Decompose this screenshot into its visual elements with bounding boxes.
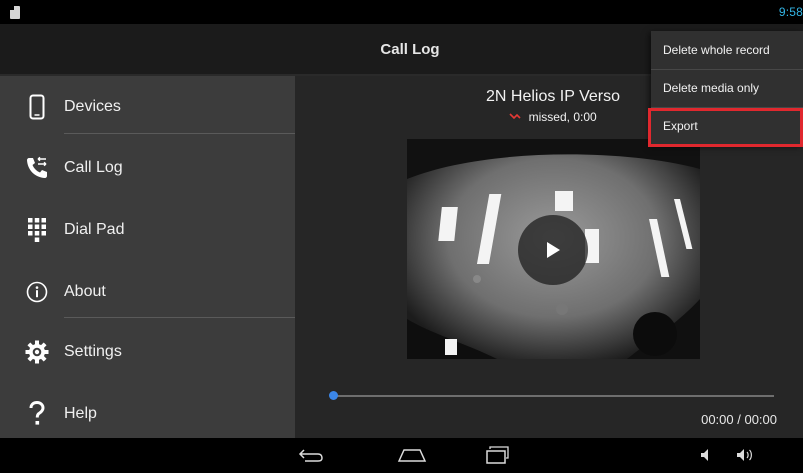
drawer-divider	[64, 317, 295, 318]
play-button[interactable]	[518, 215, 588, 285]
dialpad-icon	[24, 215, 50, 245]
playback-time: 00:00 / 00:00	[701, 412, 777, 427]
drawer-item-label: Devices	[64, 98, 121, 115]
drawer-item-devices[interactable]: Devices	[0, 76, 295, 138]
back-icon[interactable]	[298, 444, 324, 466]
export-highlight-box	[648, 108, 803, 147]
recent-apps-icon[interactable]	[485, 444, 511, 466]
navigation-bar	[0, 438, 803, 473]
drawer-item-label: Settings	[64, 343, 122, 360]
seek-bar[interactable]	[333, 395, 774, 397]
call-log-icon	[24, 153, 50, 183]
drawer-item-label: Dial Pad	[64, 221, 125, 238]
sim-card-icon	[10, 6, 20, 19]
call-status-text: missed, 0:00	[528, 110, 597, 124]
seek-thumb[interactable]	[328, 391, 338, 400]
info-icon	[24, 277, 50, 307]
home-icon[interactable]	[397, 444, 427, 466]
video-thumbnail[interactable]	[407, 139, 700, 359]
navigation-drawer: Devices Call Log Dial Pad About Settings…	[0, 76, 295, 438]
drawer-item-call-log[interactable]: Call Log	[0, 137, 295, 199]
missed-call-icon	[509, 110, 524, 124]
drawer-divider	[64, 133, 295, 134]
drawer-item-label: Help	[64, 405, 97, 422]
status-clock: 9:58	[778, 5, 803, 19]
drawer-item-about[interactable]: About	[0, 261, 295, 323]
question-icon	[24, 399, 50, 429]
status-bar: 9:58	[0, 0, 803, 24]
drawer-item-label: Call Log	[64, 159, 123, 176]
drawer-item-dial-pad[interactable]: Dial Pad	[0, 199, 295, 261]
play-icon	[547, 242, 560, 258]
drawer-item-label: About	[64, 283, 106, 300]
phone-device-icon	[24, 92, 50, 122]
menu-item-delete-media-only[interactable]: Delete media only	[651, 69, 803, 107]
volume-up-icon[interactable]	[736, 444, 754, 466]
gear-icon	[24, 337, 50, 367]
drawer-item-help[interactable]: Help	[0, 383, 295, 445]
volume-down-icon[interactable]	[699, 444, 713, 466]
menu-item-delete-whole-record[interactable]: Delete whole record	[651, 31, 803, 69]
drawer-item-settings[interactable]: Settings	[0, 321, 295, 383]
